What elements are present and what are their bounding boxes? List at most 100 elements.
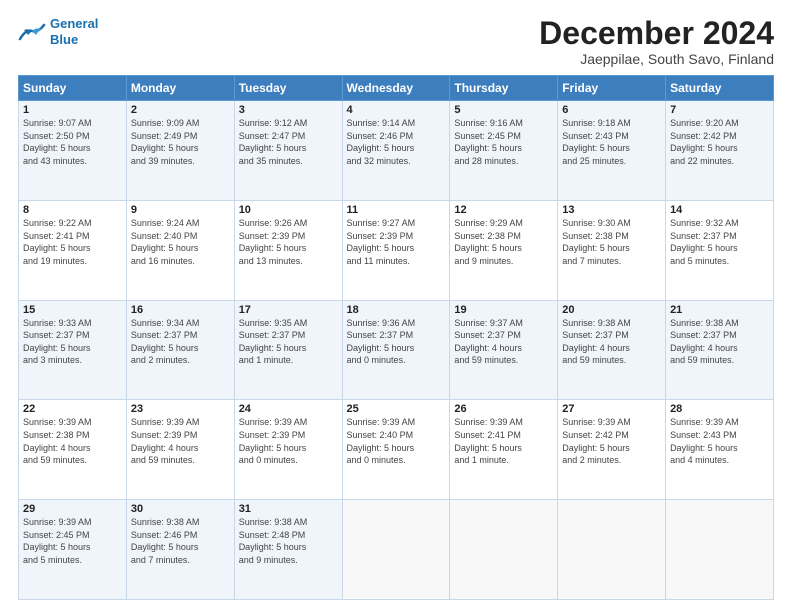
page-subtitle: Jaeppilae, South Savo, Finland xyxy=(539,51,774,67)
day-number: 15 xyxy=(23,304,122,316)
day-number: 31 xyxy=(239,503,338,515)
day-cell: 10Sunrise: 9:26 AM Sunset: 2:39 PM Dayli… xyxy=(234,200,342,300)
day-number: 14 xyxy=(670,204,769,216)
day-number: 20 xyxy=(562,304,661,316)
day-cell: 12Sunrise: 9:29 AM Sunset: 2:38 PM Dayli… xyxy=(450,200,558,300)
day-number: 1 xyxy=(23,104,122,116)
day-cell: 11Sunrise: 9:27 AM Sunset: 2:39 PM Dayli… xyxy=(342,200,450,300)
day-cell: 23Sunrise: 9:39 AM Sunset: 2:39 PM Dayli… xyxy=(126,400,234,500)
logo-text: General Blue xyxy=(50,16,98,47)
day-info: Sunrise: 9:39 AM Sunset: 2:39 PM Dayligh… xyxy=(239,416,338,466)
calendar-header-row: SundayMondayTuesdayWednesdayThursdayFrid… xyxy=(19,76,774,101)
day-info: Sunrise: 9:24 AM Sunset: 2:40 PM Dayligh… xyxy=(131,217,230,267)
day-info: Sunrise: 9:26 AM Sunset: 2:39 PM Dayligh… xyxy=(239,217,338,267)
day-cell: 25Sunrise: 9:39 AM Sunset: 2:40 PM Dayli… xyxy=(342,400,450,500)
day-number: 9 xyxy=(131,204,230,216)
day-info: Sunrise: 9:29 AM Sunset: 2:38 PM Dayligh… xyxy=(454,217,553,267)
logo: General Blue xyxy=(18,16,98,47)
day-number: 30 xyxy=(131,503,230,515)
day-cell: 4Sunrise: 9:14 AM Sunset: 2:46 PM Daylig… xyxy=(342,101,450,201)
day-header-friday: Friday xyxy=(558,76,666,101)
day-info: Sunrise: 9:16 AM Sunset: 2:45 PM Dayligh… xyxy=(454,117,553,167)
day-info: Sunrise: 9:36 AM Sunset: 2:37 PM Dayligh… xyxy=(347,317,446,367)
day-cell: 28Sunrise: 9:39 AM Sunset: 2:43 PM Dayli… xyxy=(666,400,774,500)
day-cell: 24Sunrise: 9:39 AM Sunset: 2:39 PM Dayli… xyxy=(234,400,342,500)
day-header-sunday: Sunday xyxy=(19,76,127,101)
day-number: 6 xyxy=(562,104,661,116)
day-info: Sunrise: 9:38 AM Sunset: 2:37 PM Dayligh… xyxy=(670,317,769,367)
day-header-tuesday: Tuesday xyxy=(234,76,342,101)
day-info: Sunrise: 9:39 AM Sunset: 2:43 PM Dayligh… xyxy=(670,416,769,466)
day-number: 16 xyxy=(131,304,230,316)
day-cell: 14Sunrise: 9:32 AM Sunset: 2:37 PM Dayli… xyxy=(666,200,774,300)
day-cell xyxy=(558,500,666,600)
day-cell: 21Sunrise: 9:38 AM Sunset: 2:37 PM Dayli… xyxy=(666,300,774,400)
day-info: Sunrise: 9:34 AM Sunset: 2:37 PM Dayligh… xyxy=(131,317,230,367)
week-row-2: 8Sunrise: 9:22 AM Sunset: 2:41 PM Daylig… xyxy=(19,200,774,300)
day-number: 13 xyxy=(562,204,661,216)
day-number: 3 xyxy=(239,104,338,116)
day-cell: 2Sunrise: 9:09 AM Sunset: 2:49 PM Daylig… xyxy=(126,101,234,201)
day-cell: 9Sunrise: 9:24 AM Sunset: 2:40 PM Daylig… xyxy=(126,200,234,300)
day-cell: 22Sunrise: 9:39 AM Sunset: 2:38 PM Dayli… xyxy=(19,400,127,500)
week-row-4: 22Sunrise: 9:39 AM Sunset: 2:38 PM Dayli… xyxy=(19,400,774,500)
day-cell: 17Sunrise: 9:35 AM Sunset: 2:37 PM Dayli… xyxy=(234,300,342,400)
day-info: Sunrise: 9:27 AM Sunset: 2:39 PM Dayligh… xyxy=(347,217,446,267)
day-number: 25 xyxy=(347,403,446,415)
header: General Blue December 2024 Jaeppilae, So… xyxy=(18,16,774,67)
day-cell: 19Sunrise: 9:37 AM Sunset: 2:37 PM Dayli… xyxy=(450,300,558,400)
day-info: Sunrise: 9:18 AM Sunset: 2:43 PM Dayligh… xyxy=(562,117,661,167)
day-info: Sunrise: 9:37 AM Sunset: 2:37 PM Dayligh… xyxy=(454,317,553,367)
day-info: Sunrise: 9:12 AM Sunset: 2:47 PM Dayligh… xyxy=(239,117,338,167)
day-cell: 31Sunrise: 9:38 AM Sunset: 2:48 PM Dayli… xyxy=(234,500,342,600)
day-info: Sunrise: 9:33 AM Sunset: 2:37 PM Dayligh… xyxy=(23,317,122,367)
day-info: Sunrise: 9:38 AM Sunset: 2:37 PM Dayligh… xyxy=(562,317,661,367)
day-info: Sunrise: 9:20 AM Sunset: 2:42 PM Dayligh… xyxy=(670,117,769,167)
week-row-1: 1Sunrise: 9:07 AM Sunset: 2:50 PM Daylig… xyxy=(19,101,774,201)
day-info: Sunrise: 9:07 AM Sunset: 2:50 PM Dayligh… xyxy=(23,117,122,167)
day-info: Sunrise: 9:39 AM Sunset: 2:38 PM Dayligh… xyxy=(23,416,122,466)
day-cell: 27Sunrise: 9:39 AM Sunset: 2:42 PM Dayli… xyxy=(558,400,666,500)
week-row-3: 15Sunrise: 9:33 AM Sunset: 2:37 PM Dayli… xyxy=(19,300,774,400)
day-number: 18 xyxy=(347,304,446,316)
day-cell: 7Sunrise: 9:20 AM Sunset: 2:42 PM Daylig… xyxy=(666,101,774,201)
day-cell: 20Sunrise: 9:38 AM Sunset: 2:37 PM Dayli… xyxy=(558,300,666,400)
logo-icon xyxy=(18,21,46,43)
day-info: Sunrise: 9:38 AM Sunset: 2:46 PM Dayligh… xyxy=(131,516,230,566)
day-info: Sunrise: 9:39 AM Sunset: 2:39 PM Dayligh… xyxy=(131,416,230,466)
day-number: 24 xyxy=(239,403,338,415)
day-cell: 16Sunrise: 9:34 AM Sunset: 2:37 PM Dayli… xyxy=(126,300,234,400)
day-info: Sunrise: 9:09 AM Sunset: 2:49 PM Dayligh… xyxy=(131,117,230,167)
day-cell: 26Sunrise: 9:39 AM Sunset: 2:41 PM Dayli… xyxy=(450,400,558,500)
day-cell: 6Sunrise: 9:18 AM Sunset: 2:43 PM Daylig… xyxy=(558,101,666,201)
day-header-saturday: Saturday xyxy=(666,76,774,101)
day-number: 7 xyxy=(670,104,769,116)
day-info: Sunrise: 9:30 AM Sunset: 2:38 PM Dayligh… xyxy=(562,217,661,267)
day-info: Sunrise: 9:39 AM Sunset: 2:41 PM Dayligh… xyxy=(454,416,553,466)
day-cell: 13Sunrise: 9:30 AM Sunset: 2:38 PM Dayli… xyxy=(558,200,666,300)
week-row-5: 29Sunrise: 9:39 AM Sunset: 2:45 PM Dayli… xyxy=(19,500,774,600)
day-number: 23 xyxy=(131,403,230,415)
day-number: 29 xyxy=(23,503,122,515)
day-cell xyxy=(666,500,774,600)
day-number: 12 xyxy=(454,204,553,216)
day-info: Sunrise: 9:39 AM Sunset: 2:40 PM Dayligh… xyxy=(347,416,446,466)
day-info: Sunrise: 9:22 AM Sunset: 2:41 PM Dayligh… xyxy=(23,217,122,267)
day-cell: 18Sunrise: 9:36 AM Sunset: 2:37 PM Dayli… xyxy=(342,300,450,400)
day-number: 5 xyxy=(454,104,553,116)
day-header-thursday: Thursday xyxy=(450,76,558,101)
day-header-wednesday: Wednesday xyxy=(342,76,450,101)
title-block: December 2024 Jaeppilae, South Savo, Fin… xyxy=(539,16,774,67)
day-info: Sunrise: 9:39 AM Sunset: 2:42 PM Dayligh… xyxy=(562,416,661,466)
day-number: 22 xyxy=(23,403,122,415)
calendar: SundayMondayTuesdayWednesdayThursdayFrid… xyxy=(18,75,774,600)
day-number: 17 xyxy=(239,304,338,316)
day-header-monday: Monday xyxy=(126,76,234,101)
day-number: 10 xyxy=(239,204,338,216)
day-cell: 30Sunrise: 9:38 AM Sunset: 2:46 PM Dayli… xyxy=(126,500,234,600)
day-info: Sunrise: 9:35 AM Sunset: 2:37 PM Dayligh… xyxy=(239,317,338,367)
day-number: 27 xyxy=(562,403,661,415)
day-cell xyxy=(342,500,450,600)
day-cell: 8Sunrise: 9:22 AM Sunset: 2:41 PM Daylig… xyxy=(19,200,127,300)
day-number: 11 xyxy=(347,204,446,216)
